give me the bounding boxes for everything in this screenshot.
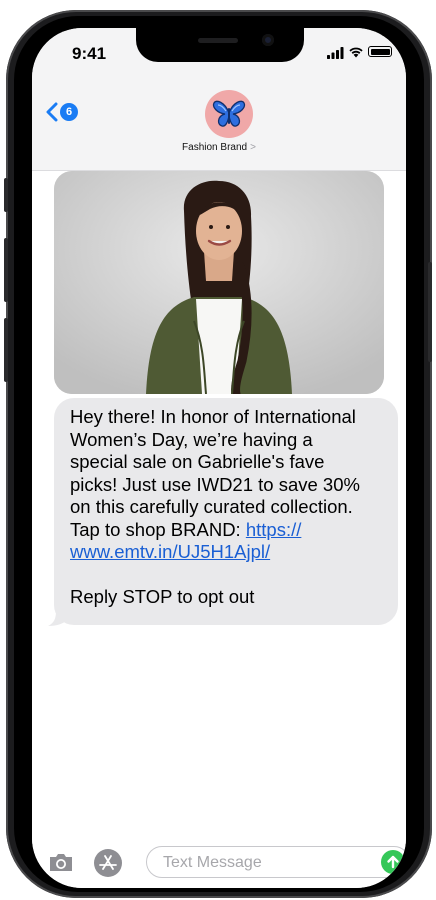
woman-portrait-illustration (54, 171, 384, 394)
power-button (428, 262, 432, 362)
volume-down-button (4, 318, 8, 382)
compose-bar (32, 838, 406, 888)
message-line: picks! Just use IWD21 to save 30% (70, 473, 360, 495)
message-field[interactable] (146, 846, 406, 879)
chevron-left-icon (46, 102, 58, 122)
text-message-input[interactable] (161, 847, 365, 879)
message-line: special sale on Gabrielle's fave (70, 451, 325, 472)
front-camera (262, 34, 274, 46)
wifi-icon (349, 47, 363, 58)
message-line: Tap to shop BRAND: (70, 518, 246, 540)
volume-up-button (4, 238, 8, 302)
unread-count-badge: 6 (60, 103, 78, 121)
shop-link-part2[interactable]: www.emtv.in/UJ5H1Ajpl/ (70, 541, 270, 562)
status-time: 9:41 (72, 44, 107, 63)
shop-link-part1[interactable]: https:// (246, 519, 302, 540)
conversation-header: 6 Fashion Brand > (32, 74, 406, 171)
message-line: Women’s Day, we’re having a (70, 428, 313, 450)
send-button[interactable] (381, 850, 405, 874)
contact-name-row[interactable]: Fashion Brand > (32, 142, 406, 153)
message-line-with-link: Tap to shop BRAND: https:// (70, 519, 382, 542)
butterfly-icon (212, 100, 246, 127)
notch (136, 28, 304, 62)
contact-avatar[interactable] (205, 90, 253, 138)
message-line: on this carefully curated collection. (70, 496, 353, 517)
app-store-button[interactable] (94, 849, 122, 877)
earpiece-speaker (198, 38, 238, 43)
arrow-up-icon (387, 855, 399, 869)
contact-name: Fashion Brand (182, 142, 248, 153)
message-image[interactable] (54, 171, 384, 394)
opt-out-text: Reply STOP to opt out (70, 586, 255, 607)
message-line: Hey there! In honor of International (70, 406, 356, 427)
chevron-right-icon: > (250, 142, 256, 153)
app-store-icon (99, 855, 117, 870)
back-button[interactable]: 6 (46, 102, 78, 122)
camera-icon[interactable] (48, 852, 74, 872)
silent-switch (4, 178, 8, 212)
phone-screen: 9:41 6 Fashion Brand > Hey there! In hon… (32, 28, 406, 888)
message-bubble[interactable]: Hey there! In honor of International Wom… (54, 398, 398, 625)
battery-icon (368, 46, 392, 57)
signal-icon (327, 47, 344, 59)
